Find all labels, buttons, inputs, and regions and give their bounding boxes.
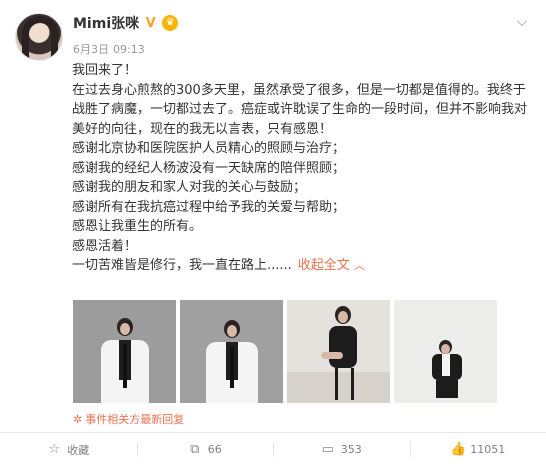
comment-icon: ▭ bbox=[321, 441, 334, 457]
post-meta: 6月3日 09:13 bbox=[73, 41, 145, 57]
comment-button[interactable]: ▭ 353 bbox=[273, 433, 410, 466]
favorite-button[interactable]: ☆ 收藏 bbox=[0, 433, 137, 466]
content-last-line: 一切苦难皆是修行，我一直在路上...... 收起全文 ︿ bbox=[72, 256, 532, 276]
fire-icon: ✲ bbox=[73, 412, 83, 426]
content-paragraph: 感谢所有在我抗癌过程中给予我的关爱与帮助； bbox=[72, 199, 346, 215]
related-replies-link[interactable]: ✲ 事件相关方最新回复 bbox=[73, 411, 184, 427]
star-icon: ☆ bbox=[48, 441, 61, 457]
like-button[interactable]: 👍 11051 bbox=[409, 433, 546, 466]
repost-button[interactable]: ⧉ 66 bbox=[136, 433, 274, 466]
verified-v-icon: V bbox=[145, 15, 156, 31]
like-count: 11051 bbox=[470, 443, 506, 456]
collapse-text-link[interactable]: 收起全文 bbox=[298, 258, 350, 273]
post-photo[interactable] bbox=[180, 300, 283, 403]
post-date[interactable]: 6月3日 bbox=[73, 43, 109, 56]
chevron-down-icon[interactable] bbox=[514, 13, 530, 29]
weibo-post: Mimi张咪 V ♛ 6月3日 09:13 我回来了！ 在过去身心煎熬的300多天… bbox=[0, 0, 546, 466]
content-paragraph: 感谢我的经纪人杨波没有一天缺席的陪伴照顾； bbox=[72, 160, 346, 176]
content-paragraph: 我回来了！ bbox=[72, 63, 138, 78]
post-photo[interactable] bbox=[73, 300, 176, 403]
content-paragraph: 感恩活着！ bbox=[72, 238, 138, 254]
member-crown-icon: ♛ bbox=[162, 15, 179, 31]
post-photo[interactable] bbox=[394, 300, 497, 403]
photo-grid bbox=[73, 300, 497, 403]
post-time[interactable]: 09:13 bbox=[113, 43, 145, 56]
repost-count: 66 bbox=[207, 443, 222, 456]
content-paragraph: 感谢北京协和医院医护人员精心的照顾与治疗； bbox=[72, 141, 346, 156]
content-paragraph: 感谢我的朋友和家人对我的关心与鼓励； bbox=[72, 180, 307, 195]
post-content: 我回来了！ 在过去身心煎熬的300多天里，虽然承受了很多，但是一切都是值得的。我… bbox=[72, 61, 532, 276]
action-bar: ☆ 收藏 ⧉ 66 ▭ 353 👍 11051 bbox=[0, 433, 546, 466]
username-row: Mimi张咪 V ♛ bbox=[73, 13, 179, 33]
post-photo[interactable] bbox=[287, 300, 390, 403]
repost-icon: ⧉ bbox=[190, 441, 200, 457]
favorite-label: 收藏 bbox=[67, 443, 90, 457]
last-line-text: 一切苦难皆是修行，我一直在路上...... bbox=[72, 258, 292, 273]
content-paragraph: 感恩让我重生的所有。 bbox=[72, 219, 203, 234]
comment-count: 353 bbox=[340, 443, 362, 456]
content-paragraph: 在过去身心煎熬的300多天里，虽然承受了很多，但是一切都是值得的。我终于战胜了病… bbox=[72, 82, 528, 137]
chevron-up-icon[interactable]: ︿ bbox=[354, 259, 365, 272]
related-replies-label: 事件相关方最新回复 bbox=[85, 413, 185, 426]
username[interactable]: Mimi张咪 bbox=[73, 13, 139, 33]
thumbs-up-icon: 👍 bbox=[450, 441, 467, 457]
avatar[interactable] bbox=[15, 13, 63, 61]
